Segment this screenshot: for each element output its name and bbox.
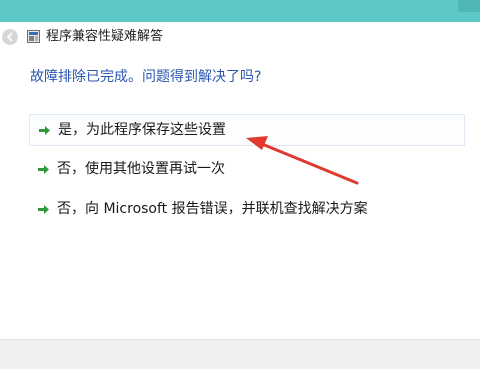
green-arrow-icon: [38, 205, 49, 214]
window-title: 程序兼容性疑难解答: [46, 29, 164, 44]
option-report-microsoft[interactable]: 否，向 Microsoft 报告错误，并联机查找解决方案: [29, 194, 465, 226]
option-try-other-settings[interactable]: 否，使用其他设置再试一次: [29, 154, 465, 186]
green-arrow-icon: [39, 126, 50, 135]
option-label: 是，为此程序保存这些设置: [58, 122, 226, 138]
back-arrow-icon: [7, 32, 13, 42]
question-heading: 故障排除已完成。问题得到解决了吗?: [30, 69, 262, 85]
green-arrow-icon: [38, 165, 49, 174]
window-top-band: [0, 0, 480, 22]
option-save-settings[interactable]: 是，为此程序保存这些设置: [29, 114, 465, 146]
option-label: 否，向 Microsoft 报告错误，并联机查找解决方案: [57, 201, 368, 217]
title-bar: 程序兼容性疑难解答: [0, 22, 480, 52]
troubleshooter-icon: [27, 30, 40, 43]
window-corner: [458, 0, 480, 12]
footer-bar: [0, 339, 480, 369]
back-button[interactable]: [2, 29, 18, 45]
option-label: 否，使用其他设置再试一次: [57, 161, 225, 177]
